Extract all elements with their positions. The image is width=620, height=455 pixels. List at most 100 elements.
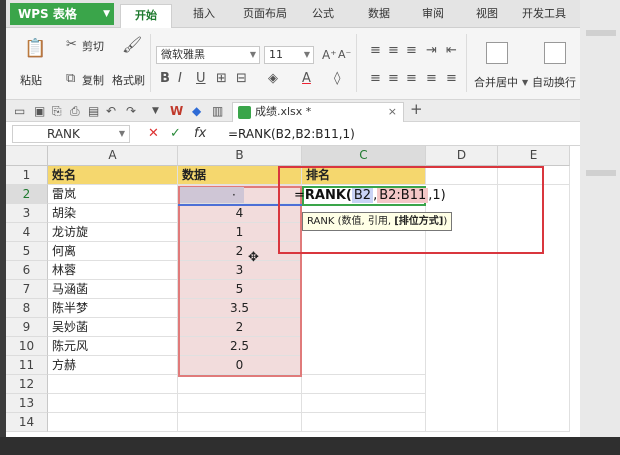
align-right-icon[interactable]: ≡ [406, 72, 417, 86]
cell[interactable] [178, 375, 302, 394]
export-icon[interactable]: ⎘ [52, 103, 62, 119]
cell-data[interactable]: 3.5 [178, 299, 302, 318]
document-tab[interactable]: 成绩.xlsx * × [232, 102, 404, 122]
cell-data[interactable]: 1 [178, 223, 302, 242]
align-center-icon[interactable]: ≡ [388, 72, 399, 86]
cell-data[interactable]: 4 [178, 204, 302, 223]
grid-icon[interactable]: ⊟ [236, 72, 247, 86]
cell[interactable] [498, 166, 570, 185]
cell-data[interactable]: 2.5 [178, 337, 302, 356]
cell-name[interactable]: 何离 [48, 242, 178, 261]
name-box[interactable]: RANK ▼ [12, 125, 130, 143]
format-painter-button[interactable]: 格式刷 [112, 72, 145, 88]
row-header[interactable]: 3 [6, 204, 48, 223]
outdent-icon[interactable]: ⇤ [446, 44, 457, 58]
cell[interactable] [48, 375, 178, 394]
clear-format-icon[interactable]: ◊ [334, 72, 340, 86]
align-bottom-icon[interactable]: ≡ [406, 44, 417, 58]
column-header[interactable]: B [178, 146, 302, 166]
cell[interactable] [48, 394, 178, 413]
paste-icon[interactable]: 📋 [24, 40, 46, 58]
tab-page-layout[interactable]: 页面布局 [232, 0, 298, 28]
cell-data[interactable]: 0 [178, 356, 302, 375]
formula-input[interactable]: =RANK(B2,B2:B11,1) [228, 125, 574, 143]
merge-center-icon[interactable] [486, 42, 508, 64]
font-size-select[interactable]: 11 ▼ [264, 46, 314, 64]
auto-wrap-button[interactable]: 自动换行 [532, 74, 576, 90]
paste-button[interactable]: 粘贴 [20, 72, 42, 88]
tab-developer[interactable]: 开发工具 [512, 0, 576, 28]
wrap-text-icon[interactable] [544, 42, 566, 64]
folder-icon[interactable]: ▭ [14, 103, 25, 119]
cell-name[interactable]: 陈半梦 [48, 299, 178, 318]
cell[interactable] [426, 166, 498, 185]
print-icon[interactable]: ⎙ [70, 103, 80, 119]
indent-icon[interactable]: ⇥ [426, 44, 437, 58]
chevron-down-icon[interactable]: ▼ [152, 103, 159, 119]
cell[interactable] [302, 394, 426, 413]
tab-formulas[interactable]: 公式 [300, 0, 346, 28]
italic-button[interactable]: I [178, 72, 182, 86]
row-header[interactable]: 7 [6, 280, 48, 299]
tab-insert[interactable]: 插入 [180, 0, 228, 28]
cell-block[interactable] [498, 185, 570, 432]
cell-data[interactable]: 2 [178, 318, 302, 337]
cell-data[interactable]: 3 [178, 261, 302, 280]
copy-button[interactable]: 复制 [82, 72, 104, 88]
cell-name[interactable]: 龙访旋 [48, 223, 178, 242]
wps-w-icon[interactable]: W [170, 103, 183, 119]
cell-name[interactable]: 马涵菡 [48, 280, 178, 299]
row-header[interactable]: 13 [6, 394, 48, 413]
plus-icon[interactable]: + [410, 101, 423, 117]
app-logo-button[interactable]: WPS 表格 ▼ [10, 3, 114, 25]
row-header[interactable]: 8 [6, 299, 48, 318]
document-list-icon[interactable]: ▥ [212, 103, 223, 119]
cell-header-name[interactable]: 姓名 [48, 166, 178, 185]
column-header[interactable]: C [302, 146, 426, 166]
tab-data[interactable]: 数据 [356, 0, 402, 28]
row-header[interactable]: 9 [6, 318, 48, 337]
chevron-down-icon[interactable]: ▼ [522, 76, 528, 90]
insert-function-button[interactable]: fx [194, 125, 206, 143]
row-header[interactable]: 14 [6, 413, 48, 432]
font-color-icon[interactable]: A [302, 72, 311, 86]
row-header[interactable]: 12 [6, 375, 48, 394]
cell-header-rank[interactable]: 排名 [302, 166, 426, 185]
justify-icon[interactable]: ≡ [426, 72, 437, 86]
align-top-icon[interactable]: ≡ [370, 44, 381, 58]
row-header[interactable]: 6 [6, 261, 48, 280]
row-header[interactable]: 2 [6, 185, 48, 204]
preview-icon[interactable]: ▤ [88, 103, 99, 119]
close-icon[interactable]: × [388, 103, 397, 121]
grow-font-icon[interactable]: A⁺ [322, 48, 337, 62]
cell-name[interactable]: 林蓉 [48, 261, 178, 280]
cell[interactable] [178, 394, 302, 413]
tab-review[interactable]: 审阅 [410, 0, 456, 28]
cell-name[interactable]: 吴妙菡 [48, 318, 178, 337]
check-icon[interactable]: ✓ [170, 125, 181, 143]
row-header[interactable]: 1 [6, 166, 48, 185]
row-header[interactable]: 11 [6, 356, 48, 375]
shrink-font-icon[interactable]: A⁻ [338, 48, 351, 62]
cell[interactable] [302, 413, 426, 432]
cell-header-data[interactable]: 数据 [178, 166, 302, 185]
cube-icon[interactable]: ◆ [192, 103, 201, 119]
bold-button[interactable]: B [160, 72, 170, 86]
row-header[interactable]: 4 [6, 223, 48, 242]
cell[interactable] [302, 375, 426, 394]
redo-icon[interactable]: ↷ [126, 103, 136, 119]
cell-name[interactable]: 胡染 [48, 204, 178, 223]
cell-data[interactable]: 2 [178, 242, 302, 261]
cancel-icon[interactable]: ✕ [148, 125, 159, 143]
cell-name[interactable]: 陈元风 [48, 337, 178, 356]
column-header[interactable]: E [498, 146, 570, 166]
align-left-icon[interactable]: ≡ [370, 72, 381, 86]
cell-edit-formula[interactable]: =RANK(B2, B2:B11,1) [294, 186, 446, 206]
cell[interactable] [178, 413, 302, 432]
merge-center-button[interactable]: 合并居中 [474, 74, 518, 90]
underline-button[interactable]: U [196, 72, 206, 86]
align-middle-icon[interactable]: ≡ [388, 44, 399, 58]
select-all-corner[interactable] [6, 146, 48, 166]
cut-button[interactable]: 剪切 [82, 38, 104, 54]
save-icon[interactable]: ▣ [34, 103, 45, 119]
